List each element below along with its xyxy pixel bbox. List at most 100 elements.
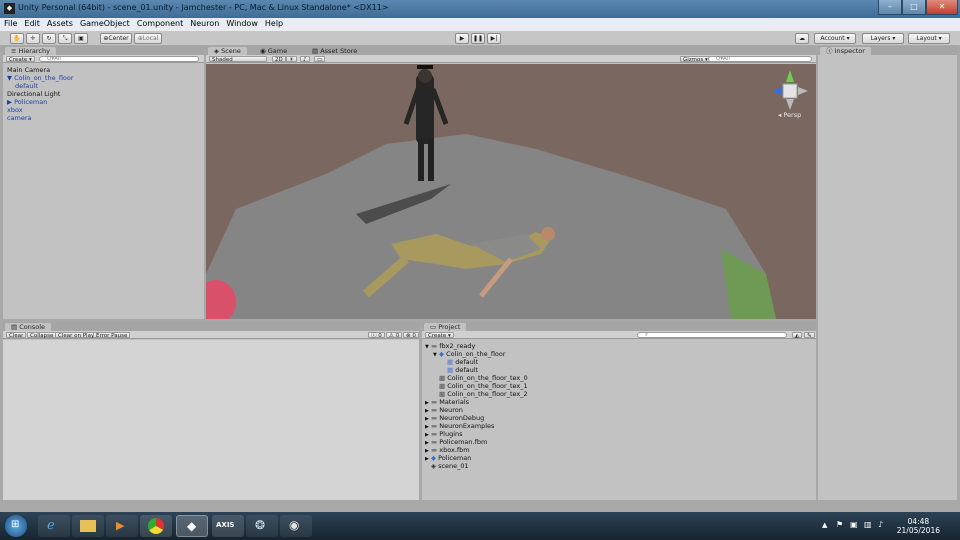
- project-item[interactable]: ▩ Colin_on_the_floor_tex_0: [433, 374, 528, 382]
- console-clear-button[interactable]: Clear: [6, 332, 27, 339]
- account-dropdown[interactable]: Account ▾: [814, 33, 856, 44]
- step-button[interactable]: ▶|: [487, 33, 501, 44]
- taskbar-app-3[interactable]: ❂: [246, 515, 278, 537]
- persp-label[interactable]: ◂ Persp: [778, 111, 801, 119]
- hierarchy-item[interactable]: ▼ Colin_on_the_floor: [7, 74, 74, 82]
- info-icon: ⓘ: [826, 47, 835, 55]
- folder-icon: ▬: [431, 342, 440, 350]
- hierarchy-item[interactable]: Directional Light: [7, 90, 60, 98]
- project-search-input[interactable]: ⌕: [637, 332, 787, 338]
- audio-toggle[interactable]: ♪: [300, 56, 310, 63]
- mode-2d-button[interactable]: 2D: [272, 56, 286, 63]
- tray-flag-icon[interactable]: ⚑: [836, 520, 843, 529]
- rect-tool-button[interactable]: ▣: [74, 33, 88, 44]
- project-item[interactable]: ▶ ▬ Plugins: [425, 430, 463, 438]
- taskbar-axis[interactable]: AXIS: [212, 515, 244, 537]
- project-item[interactable]: ▶ ▬ Policeman.fbm: [425, 438, 487, 446]
- search-icon: ⌕: [645, 332, 649, 338]
- maximize-button[interactable]: □: [902, 0, 926, 15]
- project-item[interactable]: ▶ ▬ NeuronExamples: [425, 422, 494, 430]
- shading-dropdown[interactable]: Shaded: [209, 56, 267, 63]
- menu-edit[interactable]: Edit: [20, 18, 43, 28]
- project-item[interactable]: ▼ ▬ fbx2_ready: [425, 342, 475, 350]
- project-item[interactable]: ▶ ▬ xbox.fbm: [425, 446, 470, 454]
- store-icon: ▤: [312, 47, 321, 55]
- project-item[interactable]: ▶ ◆ Policeman: [425, 454, 471, 462]
- taskbar-media-player[interactable]: ▶: [106, 515, 138, 537]
- tab-asset-store[interactable]: ▤ Asset Store: [306, 47, 363, 55]
- console-error-pause-button[interactable]: Error Pause: [93, 332, 131, 339]
- hierarchy-search-input[interactable]: Q▾All: [39, 56, 199, 62]
- console-error-count-toggle[interactable]: ⊗ 0: [403, 332, 419, 339]
- menu-assets[interactable]: Assets: [43, 18, 76, 28]
- cloud-button[interactable]: ☁: [795, 33, 809, 44]
- hierarchy-item[interactable]: Main Camera: [7, 66, 50, 74]
- tab-hierarchy[interactable]: ≡ Hierarchy: [5, 47, 56, 55]
- tray-clock[interactable]: 04:48 21/05/2016: [897, 517, 940, 535]
- console-log-count-toggle[interactable]: ⓘ 0: [368, 332, 385, 339]
- hierarchy-item[interactable]: xbox: [7, 106, 23, 114]
- pivot-center-button[interactable]: ⊕Center: [100, 33, 132, 44]
- project-item[interactable]: ▼ ◆ Colin_on_the_floor: [433, 350, 506, 358]
- project-item[interactable]: ▶ ▬ NeuronDebug: [425, 414, 484, 422]
- menu-component[interactable]: Component: [133, 18, 186, 28]
- scale-tool-button[interactable]: ⤡: [58, 33, 72, 44]
- hand-tool-button[interactable]: ✋: [10, 33, 24, 44]
- menu-neuron[interactable]: Neuron: [186, 18, 222, 28]
- gizmos-dropdown[interactable]: Gizmos ▾: [680, 56, 711, 63]
- project-create-button[interactable]: Create ▾: [425, 332, 454, 339]
- menu-window[interactable]: Window: [222, 18, 261, 28]
- layers-dropdown[interactable]: Layers ▾: [862, 33, 904, 44]
- filter-by-label-button[interactable]: ✎: [804, 332, 815, 339]
- hierarchy-item[interactable]: default: [15, 82, 38, 90]
- project-item[interactable]: ▶ ▬ Materials: [425, 398, 469, 406]
- play-button[interactable]: ▶: [455, 33, 469, 44]
- menu-help[interactable]: Help: [261, 18, 286, 28]
- taskbar-chrome[interactable]: [140, 515, 172, 537]
- menu-file[interactable]: File: [0, 18, 20, 28]
- project-item[interactable]: ▩ Colin_on_the_floor_tex_1: [433, 382, 528, 390]
- tab-scene[interactable]: ◈ Scene: [208, 47, 247, 55]
- console-collapse-button[interactable]: Collapse: [27, 332, 57, 339]
- tab-console[interactable]: ▤ Console: [5, 323, 52, 331]
- minimize-button[interactable]: –: [878, 0, 902, 15]
- hierarchy-item[interactable]: ▶ Policeman: [7, 98, 47, 106]
- start-button[interactable]: ⊞: [5, 515, 27, 537]
- taskbar-unity[interactable]: ◆: [176, 515, 208, 537]
- filter-by-type-button[interactable]: ◭: [792, 332, 803, 339]
- close-button[interactable]: ✕: [926, 0, 958, 15]
- taskbar-explorer[interactable]: [72, 515, 104, 537]
- scene-viewport[interactable]: ◂ Persp: [206, 64, 816, 319]
- tray-volume-icon[interactable]: ♪: [878, 520, 883, 529]
- taskbar-app-4[interactable]: ◉: [280, 515, 312, 537]
- project-item-label: Neuron: [439, 406, 463, 414]
- project-item[interactable]: ◈ scene_01: [425, 462, 469, 470]
- project-item[interactable]: ▶ ▬ Neuron: [425, 406, 463, 414]
- lighting-toggle[interactable]: ☀: [286, 56, 297, 63]
- mesh-icon: ▦: [447, 358, 456, 366]
- taskbar-ie[interactable]: ℯ: [38, 515, 70, 537]
- tray-app-icon[interactable]: ▣: [850, 520, 858, 529]
- console-warning-count-toggle[interactable]: ⚠ 0: [386, 332, 403, 339]
- pivot-local-button[interactable]: ⊕Local: [134, 33, 162, 44]
- layout-dropdown[interactable]: Layout ▾: [908, 33, 950, 44]
- tray-network-icon[interactable]: ▥: [864, 520, 872, 529]
- tab-inspector[interactable]: ⓘ Inspector: [820, 47, 871, 55]
- hierarchy-item[interactable]: camera: [7, 114, 32, 122]
- project-item[interactable]: ▩ Colin_on_the_floor_tex_2: [433, 390, 528, 398]
- console-icon: ▤: [11, 323, 20, 331]
- pause-button[interactable]: ❚❚: [471, 33, 485, 44]
- scene-search-input[interactable]: Q▾All: [708, 56, 812, 62]
- project-item[interactable]: ▦ default: [441, 358, 478, 366]
- hierarchy-create-button[interactable]: Create ▾: [6, 56, 35, 63]
- project-item[interactable]: ▦ default: [441, 366, 478, 374]
- effects-toggle[interactable]: ▭: [314, 56, 326, 63]
- tab-game[interactable]: ◉ Game: [254, 47, 293, 55]
- console-clear-on-play-button[interactable]: Clear on Play: [55, 332, 98, 339]
- menu-gameobject[interactable]: GameObject: [76, 18, 133, 28]
- tray-arrow-icon[interactable]: ▲: [822, 521, 827, 529]
- move-tool-button[interactable]: ✛: [26, 33, 40, 44]
- console-log-area[interactable]: [3, 340, 419, 500]
- rotate-tool-button[interactable]: ↻: [42, 33, 56, 44]
- tab-project[interactable]: ▭ Project: [424, 323, 467, 331]
